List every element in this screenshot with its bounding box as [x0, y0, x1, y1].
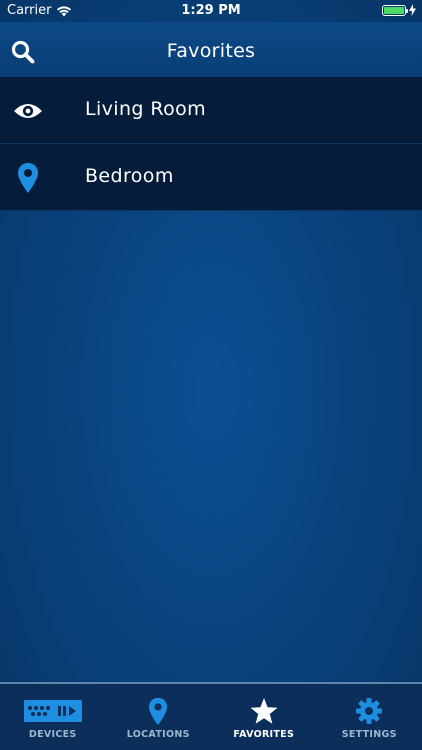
tab-favorites[interactable]: FAVORITES — [211, 684, 317, 750]
status-time: 1:29 PM — [181, 3, 241, 18]
location-pin-icon — [12, 162, 44, 194]
location-pin-icon — [149, 697, 168, 725]
favorite-item-label: Living Room — [85, 98, 207, 120]
tab-label: SETTINGS — [341, 729, 397, 740]
tab-settings[interactable]: SETTINGS — [317, 684, 422, 750]
devices-icon — [23, 700, 82, 722]
favorite-item-bedroom[interactable]: Bedroom — [0, 144, 422, 211]
tab-label: LOCATIONS — [126, 729, 190, 740]
status-bar: Carrier 1:29 PM — [0, 0, 422, 22]
battery-icon — [382, 4, 408, 16]
navigation-bar: Favorites — [0, 22, 422, 77]
charging-bolt-icon — [409, 4, 416, 16]
favorite-item-living-room[interactable]: Living Room — [0, 77, 422, 144]
eye-icon — [12, 95, 44, 127]
tab-bar: DEVICES LOCATIONS FAVORITES SETTINGS — [0, 682, 422, 750]
gear-icon — [356, 698, 383, 724]
tab-label: FAVORITES — [233, 729, 295, 740]
battery-fill — [384, 6, 404, 14]
tab-locations[interactable]: LOCATIONS — [106, 684, 212, 750]
favorites-list: Living Room Bedroom — [0, 77, 422, 211]
tab-label: DEVICES — [28, 729, 77, 740]
tab-devices[interactable]: DEVICES — [0, 684, 106, 750]
star-icon — [250, 697, 278, 724]
page-title: Favorites — [166, 40, 256, 62]
status-right — [382, 4, 416, 16]
favorite-item-label: Bedroom — [85, 165, 174, 187]
